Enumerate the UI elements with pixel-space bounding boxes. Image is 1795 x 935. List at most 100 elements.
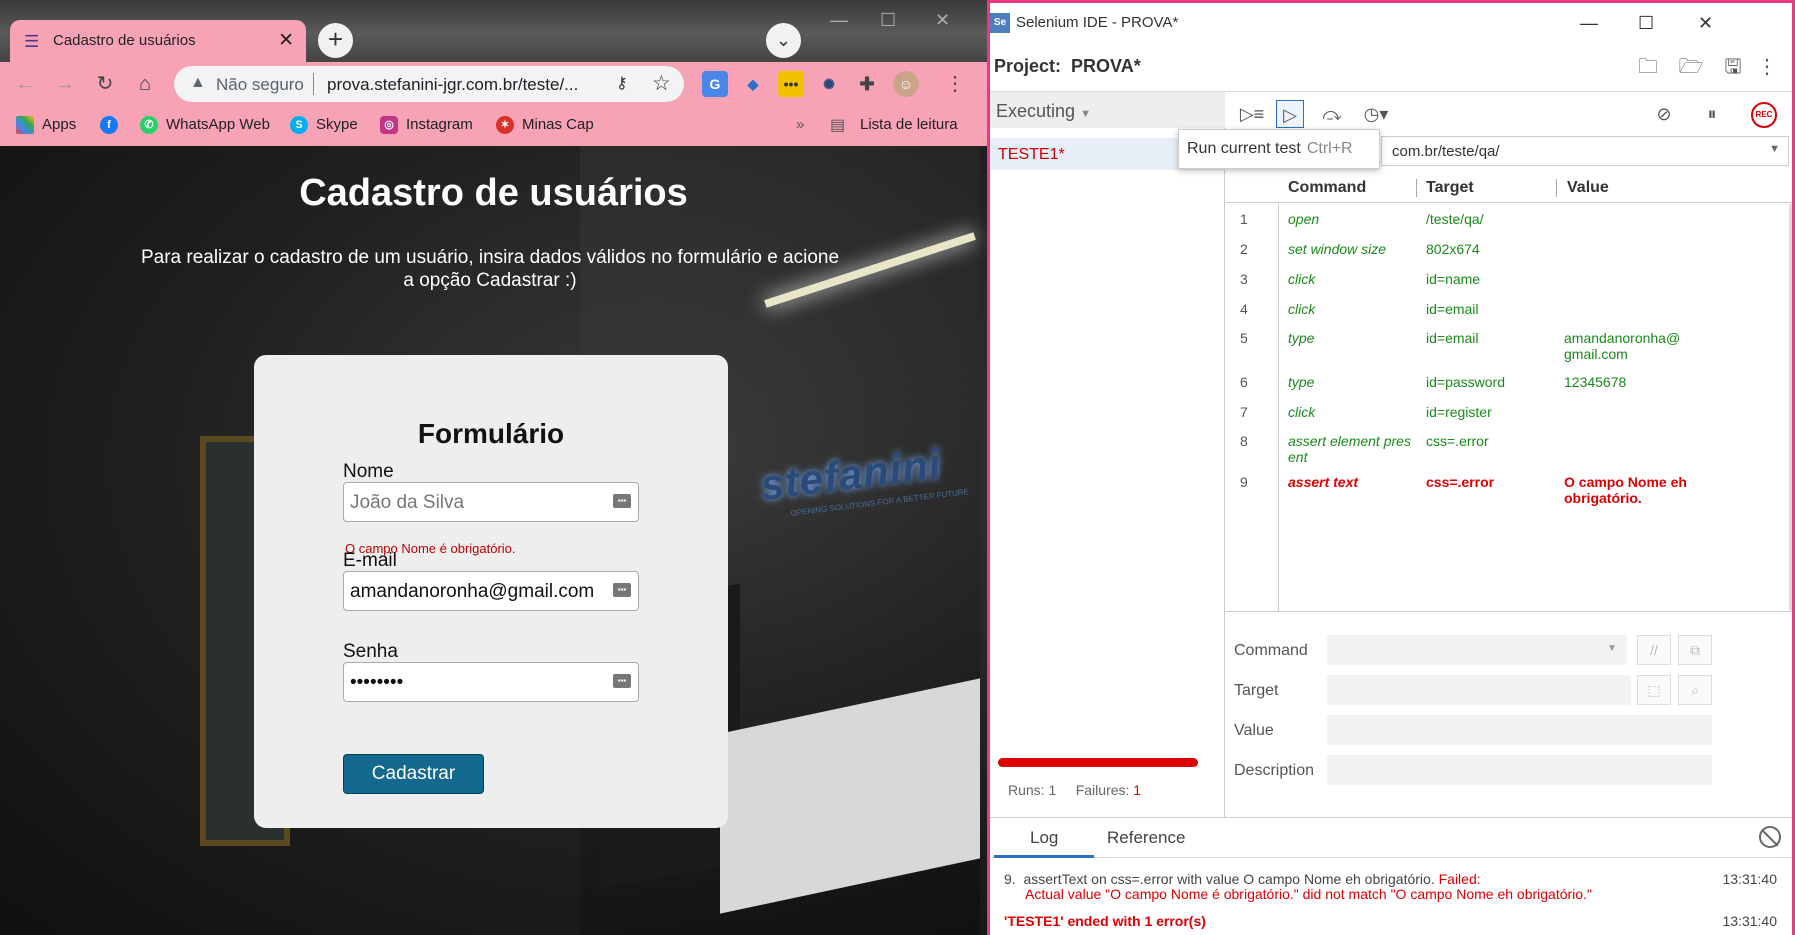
step-over-icon[interactable]: ⤼ — [1318, 100, 1346, 128]
maximize-icon[interactable]: ☐ — [1638, 13, 1654, 34]
editor-target-input[interactable] — [1327, 675, 1631, 705]
bookmark-star-icon[interactable]: ☆ — [652, 71, 671, 96]
tab-reference[interactable]: Reference — [1107, 828, 1185, 848]
row-target: css=.error — [1426, 474, 1495, 490]
form-card: Formulário Nome João da Silva ▪▪▪ O campo… — [254, 355, 728, 828]
close-window-icon[interactable]: ✕ — [935, 10, 950, 31]
translate-extension-icon[interactable]: G — [702, 71, 728, 97]
column-divider — [1556, 179, 1557, 197]
editor-description-input[interactable] — [1327, 755, 1712, 785]
row-command: click — [1288, 271, 1316, 287]
column-target: Target — [1426, 179, 1474, 196]
name-input[interactable]: João da Silva ▪▪▪ — [343, 482, 639, 522]
reading-list-icon[interactable]: ▤ — [830, 115, 845, 135]
back-icon[interactable]: ← — [10, 69, 40, 99]
bookmark-instagram[interactable]: ◎ Instagram — [380, 116, 473, 135]
address-bar[interactable]: ▲ Não seguro prova.stefanini-jgr.com.br/… — [174, 66, 684, 102]
bookmark-facebook[interactable]: f — [100, 116, 126, 135]
save-project-icon[interactable]: 🖫 — [1720, 54, 1746, 80]
home-icon[interactable]: ⌂ — [130, 69, 160, 99]
minimize-icon[interactable]: — — [1580, 13, 1598, 34]
editor-command-input[interactable]: ▼ — [1327, 635, 1627, 665]
chevron-down-icon[interactable]: ▼ — [1607, 643, 1617, 654]
run-all-tests-icon[interactable]: ▷≡ — [1238, 100, 1266, 128]
bookmark-apps[interactable]: Apps — [16, 116, 76, 135]
project-name[interactable]: PROVA* — [1071, 56, 1141, 76]
open-reference-icon[interactable]: ⧉ — [1678, 635, 1712, 665]
find-target-icon[interactable]: ⌕ — [1678, 675, 1712, 705]
chevron-down-icon[interactable]: ▼ — [1769, 143, 1780, 155]
facebook-icon: f — [100, 116, 118, 135]
profile-avatar[interactable]: ☺ — [893, 71, 919, 97]
key-icon[interactable]: ⚷ — [616, 73, 628, 93]
extension-gear-icon[interactable]: ✺ — [816, 71, 842, 97]
extensions-puzzle-icon[interactable]: ✚ — [854, 71, 880, 97]
log-panel: Log Reference 9. assertText on css=.erro… — [990, 817, 1792, 935]
extension-yellow-icon[interactable]: ••• — [778, 71, 804, 97]
run-tooltip: Run current test Ctrl+R — [1178, 129, 1380, 169]
editor-target-label: Target — [1234, 682, 1279, 699]
comment-toggle-icon[interactable]: // — [1637, 635, 1671, 665]
table-scrollbar[interactable] — [1789, 204, 1792, 612]
new-project-icon[interactable]: 🗀 — [1635, 54, 1661, 80]
password-label: Senha — [343, 641, 398, 662]
project-bar: Project: PROVA* 🗀 🗁 🖫 ⋮ — [990, 42, 1792, 92]
reload-icon[interactable]: ↻ — [90, 69, 120, 99]
editor-description-label: Description — [1234, 762, 1315, 779]
browser-toolbar: ← → ↻ ⌂ ▲ Não seguro prova.stefanini-jgr… — [0, 62, 987, 106]
row-command: click — [1288, 404, 1316, 420]
column-divider — [1416, 179, 1417, 197]
row-number: 4 — [1240, 301, 1248, 317]
log-entry: 9. assertText on css=.error with value O… — [1004, 871, 1481, 887]
autofill-icon[interactable]: ▪▪▪ — [613, 494, 631, 508]
executing-dropdown[interactable]: Executing ▼ — [990, 92, 1225, 128]
select-target-icon[interactable]: ⬚ — [1637, 675, 1671, 705]
security-label: Não seguro — [216, 75, 304, 94]
email-input[interactable]: amandanoronha@gmail.com ▪▪▪ — [343, 571, 639, 611]
autofill-icon[interactable]: ▪▪▪ — [613, 583, 631, 597]
forward-icon[interactable]: → — [50, 69, 80, 99]
runs-label: Runs: — [1008, 782, 1045, 798]
speed-timer-icon[interactable]: ◷▾ — [1362, 100, 1390, 128]
open-project-icon[interactable]: 🗁 — [1678, 54, 1704, 80]
tab-log[interactable]: Log — [1030, 828, 1058, 848]
row-number: 6 — [1240, 374, 1248, 390]
tab-title: Cadastro de usuários — [53, 32, 196, 49]
chrome-menu-icon[interactable]: ⋮ — [940, 69, 970, 99]
runs-count: 1 — [1048, 782, 1057, 798]
email-label: E-mail — [343, 550, 397, 571]
password-input[interactable]: •••••••• ▪▪▪ — [343, 662, 639, 702]
bookmark-skype[interactable]: S Skype — [290, 116, 358, 135]
failures-count: 1 — [1133, 782, 1142, 798]
bookmark-label: Skype — [316, 116, 358, 133]
bookmarks-overflow[interactable]: » — [796, 116, 804, 133]
run-current-test-icon[interactable]: ▷ — [1276, 100, 1304, 128]
new-tab-button[interactable]: + — [318, 23, 353, 58]
more-menu-icon[interactable]: ⋮ — [1754, 54, 1780, 80]
tab-close-icon[interactable]: ✕ — [278, 29, 294, 52]
reading-list-label[interactable]: Lista de leitura — [860, 116, 958, 133]
extension-cap-icon[interactable]: ◆ — [740, 71, 766, 97]
tab-search-button[interactable]: ⌄ — [766, 23, 801, 58]
selenium-window-title: Selenium IDE - PROVA* — [1016, 14, 1179, 31]
close-window-icon[interactable]: ✕ — [1698, 13, 1713, 34]
editor-value-input[interactable] — [1327, 715, 1712, 745]
browser-tab[interactable]: ☰ Cadastro de usuários ✕ — [10, 20, 306, 62]
pause-icon[interactable]: ⏸ — [1698, 100, 1726, 128]
minimize-icon[interactable]: — — [830, 10, 848, 31]
maximize-icon[interactable]: ☐ — [880, 10, 896, 31]
editor-command-label: Command — [1234, 642, 1308, 659]
base-url-input[interactable]: com.br/teste/qa/ ▼ — [1381, 136, 1789, 166]
disable-breakpoints-icon[interactable]: ⊘ — [1650, 100, 1678, 128]
row-target: id=register — [1426, 404, 1492, 420]
bookmark-minascap[interactable]: ✶ Minas Cap — [496, 116, 594, 135]
active-tab-indicator — [994, 855, 1094, 858]
autofill-icon[interactable]: ▪▪▪ — [613, 674, 631, 688]
url-text[interactable]: prova.stefanini-jgr.com.br/teste/... — [327, 75, 578, 95]
clear-log-icon[interactable] — [1759, 826, 1781, 848]
register-button[interactable]: Cadastrar — [343, 754, 484, 794]
bookmark-whatsapp[interactable]: ✆ WhatsApp Web — [140, 116, 270, 135]
row-number: 7 — [1240, 404, 1248, 420]
record-button[interactable]: REC — [1751, 102, 1777, 128]
row-number: 1 — [1240, 211, 1248, 227]
